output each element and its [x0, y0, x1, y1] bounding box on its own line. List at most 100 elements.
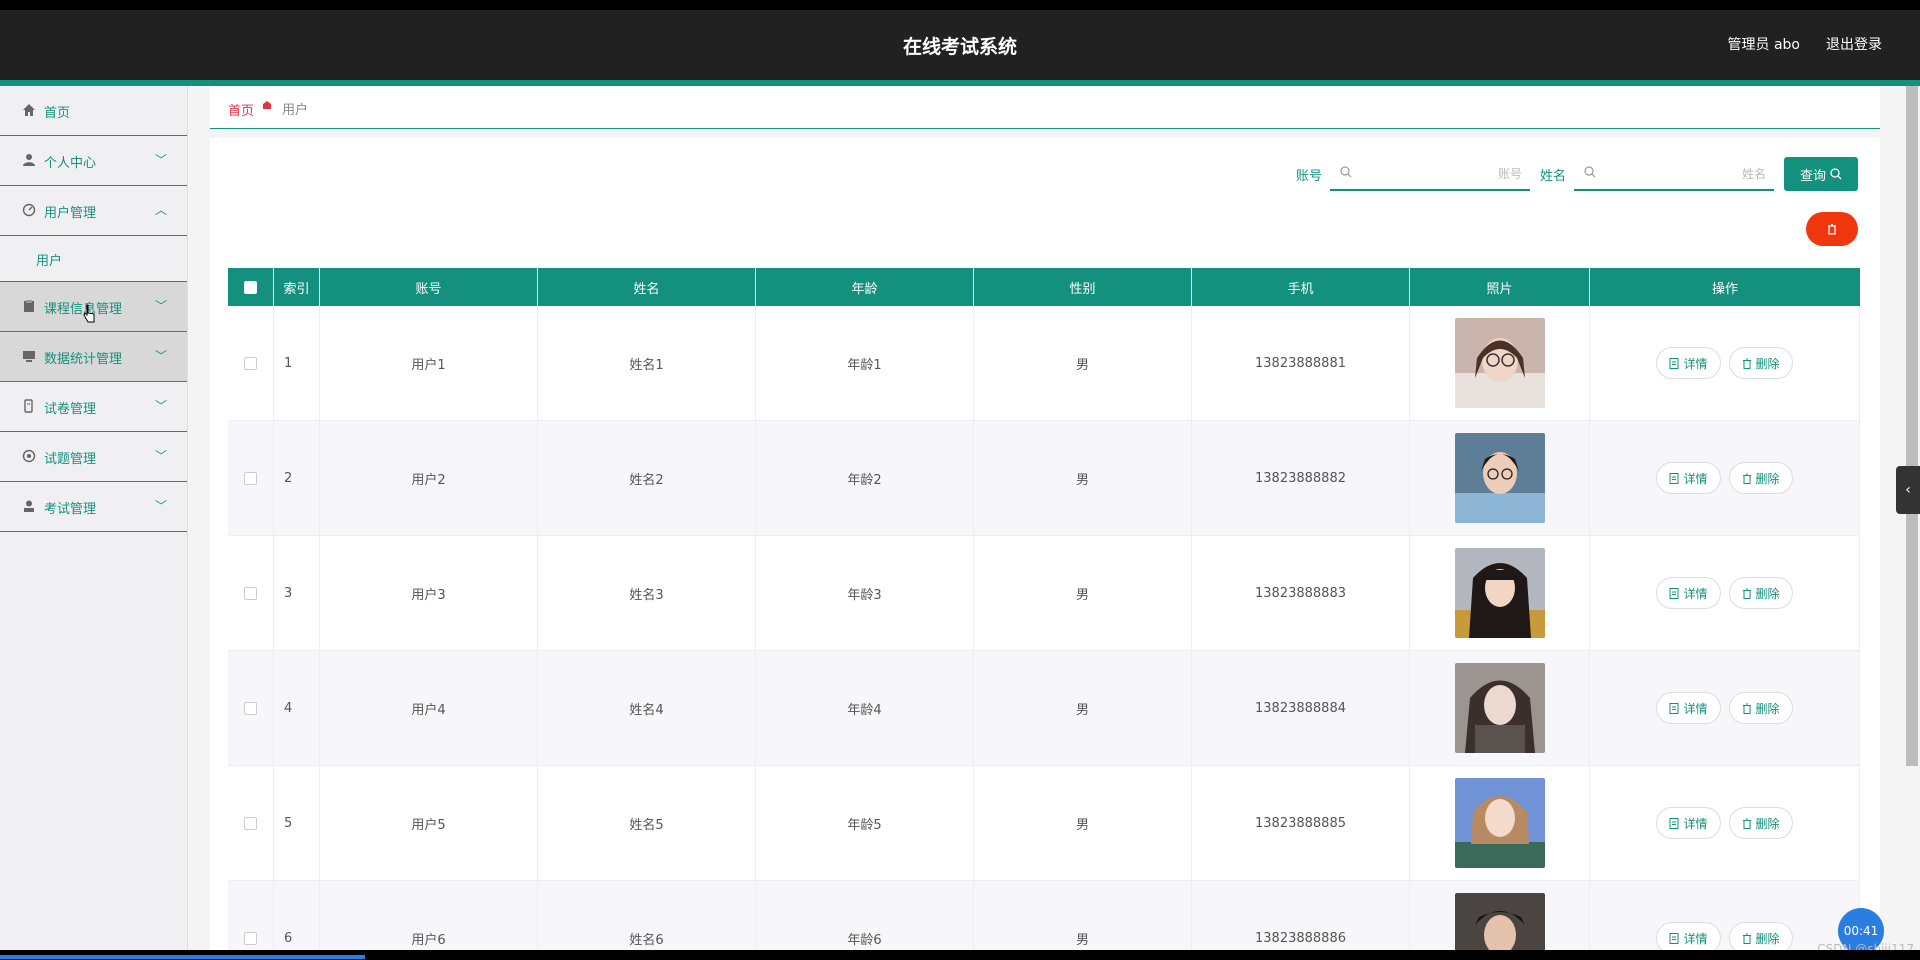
- row-checkbox[interactable]: [244, 816, 257, 830]
- select-all-checkbox[interactable]: [244, 280, 257, 294]
- cell-phone: 13823888885: [1192, 766, 1410, 880]
- sidebar-item-home[interactable]: 首页: [0, 86, 187, 136]
- monitor-icon: [23, 351, 35, 362]
- detail-button[interactable]: 详情: [1656, 462, 1721, 494]
- watermark: CSDN @shiji117: [1817, 942, 1914, 950]
- document-icon: [1669, 357, 1679, 369]
- delete-button[interactable]: 删除: [1728, 692, 1793, 724]
- cell-age: 年龄5: [756, 766, 974, 880]
- detail-button-label: 详情: [1683, 931, 1708, 946]
- chevron-up-icon: ︿: [154, 203, 167, 217]
- cell-name: 姓名6: [538, 881, 756, 950]
- delete-button-label: 删除: [1755, 931, 1780, 946]
- app-window: 在线考试系统 管理员 abo 退出登录 首页 个人中心 ﹀ 用户管理 ︿ 用户 …: [0, 10, 1920, 950]
- cell-photo: [1410, 536, 1590, 650]
- sidebar-item-user-management[interactable]: 用户管理 ︿: [0, 186, 187, 236]
- target-icon: [22, 449, 36, 463]
- column-header-account: 账号: [320, 268, 538, 306]
- cell-index: 6: [274, 881, 320, 950]
- trash-icon: [1742, 588, 1751, 599]
- row-checkbox[interactable]: [244, 701, 257, 715]
- user-photo: [1454, 663, 1545, 753]
- query-button[interactable]: 查询: [1783, 157, 1858, 191]
- cell-age: 年龄6: [756, 881, 974, 950]
- table-row: 3 用户3 姓名3 年龄3 男 13823888883 详情 删除: [228, 536, 1860, 651]
- detail-button[interactable]: 详情: [1656, 347, 1721, 379]
- video-progress-bar[interactable]: [0, 955, 365, 959]
- cell-phone: 13823888882: [1192, 421, 1410, 535]
- trash-icon: [1742, 473, 1751, 484]
- search-icon: [1830, 168, 1842, 180]
- table-row: 5 用户5 姓名5 年龄5 男 13823888885 详情 删除: [228, 766, 1860, 881]
- trash-icon: [1742, 933, 1751, 944]
- sidebar-item-label: 用户管理: [44, 206, 97, 221]
- cell-actions: 详情 删除: [1590, 651, 1860, 765]
- delete-button[interactable]: 删除: [1728, 462, 1793, 494]
- delete-button-label: 删除: [1755, 701, 1780, 716]
- sidebar-item-personal-center[interactable]: 个人中心 ﹀: [0, 136, 187, 186]
- account-label: 账号: [1295, 168, 1322, 184]
- cell-name: 姓名1: [538, 306, 756, 420]
- delete-button[interactable]: 删除: [1728, 347, 1793, 379]
- cell-age: 年龄2: [756, 421, 974, 535]
- detail-button[interactable]: 详情: [1656, 922, 1721, 950]
- cell-photo: [1410, 766, 1590, 880]
- sidebar-item-label: 个人中心: [44, 156, 97, 171]
- row-checkbox[interactable]: [244, 356, 257, 370]
- sidebar-item-question-management[interactable]: 试题管理 ﹀: [0, 432, 187, 482]
- account-search-input[interactable]: [1359, 161, 1530, 187]
- search-icon: [1584, 166, 1596, 178]
- trash-icon: [1828, 223, 1836, 235]
- detail-button-label: 详情: [1683, 356, 1708, 371]
- chevron-down-icon: ﹀: [154, 153, 167, 167]
- user-photo: [1454, 318, 1545, 408]
- cell-actions: 详情 删除: [1590, 766, 1860, 880]
- batch-delete-button[interactable]: [1806, 212, 1858, 246]
- collapse-panel-button[interactable]: ‹: [1896, 466, 1920, 514]
- delete-button[interactable]: 删除: [1728, 807, 1793, 839]
- page-scrollbar[interactable]: [1906, 86, 1918, 766]
- chevron-down-icon: ﹀: [154, 499, 167, 513]
- delete-button[interactable]: 删除: [1728, 577, 1793, 609]
- document-icon: [1669, 702, 1679, 714]
- sidebar-item-statistics-management[interactable]: 数据统计管理 ﹀: [0, 332, 187, 382]
- sidebar-subitem-users[interactable]: 用户: [0, 236, 187, 282]
- chevron-down-icon: ﹀: [154, 449, 167, 463]
- cell-actions: 详情 删除: [1590, 536, 1860, 650]
- sidebar-item-paper-management[interactable]: 试卷管理 ﹀: [0, 382, 187, 432]
- chevron-down-icon: ﹀: [154, 399, 167, 413]
- row-checkbox[interactable]: [244, 931, 257, 945]
- sidebar-item-exam-management[interactable]: 考试管理 ﹀: [0, 482, 187, 532]
- cell-actions: 详情 删除: [1590, 881, 1860, 950]
- search-icon: [1340, 166, 1352, 178]
- delete-button-label: 删除: [1755, 471, 1780, 486]
- breadcrumb-current: 用户: [282, 103, 309, 118]
- logout-link[interactable]: 退出登录: [1826, 34, 1882, 54]
- row-checkbox[interactable]: [244, 471, 257, 485]
- cell-photo: [1410, 651, 1590, 765]
- chevron-left-icon: ‹: [1905, 482, 1911, 498]
- select-all-cell: [228, 268, 274, 306]
- top-bar: 在线考试系统 管理员 abo 退出登录: [0, 10, 1920, 86]
- name-search-input[interactable]: [1603, 161, 1774, 187]
- cell-gender: 男: [974, 306, 1192, 420]
- cell-photo: [1410, 421, 1590, 535]
- cell-index: 2: [274, 421, 320, 535]
- cell-photo: [1410, 306, 1590, 420]
- row-checkbox[interactable]: [244, 586, 257, 600]
- chevron-down-icon: ﹀: [154, 299, 167, 313]
- row-select-cell: [228, 421, 274, 535]
- cell-gender: 男: [974, 421, 1192, 535]
- delete-button[interactable]: 删除: [1728, 922, 1793, 950]
- column-header-name: 姓名: [538, 268, 756, 306]
- detail-button[interactable]: 详情: [1656, 807, 1721, 839]
- detail-button[interactable]: 详情: [1656, 577, 1721, 609]
- cell-index: 3: [274, 536, 320, 650]
- breadcrumb-home[interactable]: 首页: [228, 100, 254, 119]
- trash-icon: [1742, 703, 1751, 714]
- user-table: 索引 账号 姓名 年龄 性别 手机 照片 操作 1 用户1 姓名1 年龄1 男: [228, 268, 1860, 950]
- detail-button-label: 详情: [1683, 471, 1708, 486]
- detail-button[interactable]: 详情: [1656, 692, 1721, 724]
- mouse-cursor-icon: [83, 304, 95, 323]
- cell-index: 1: [274, 306, 320, 420]
